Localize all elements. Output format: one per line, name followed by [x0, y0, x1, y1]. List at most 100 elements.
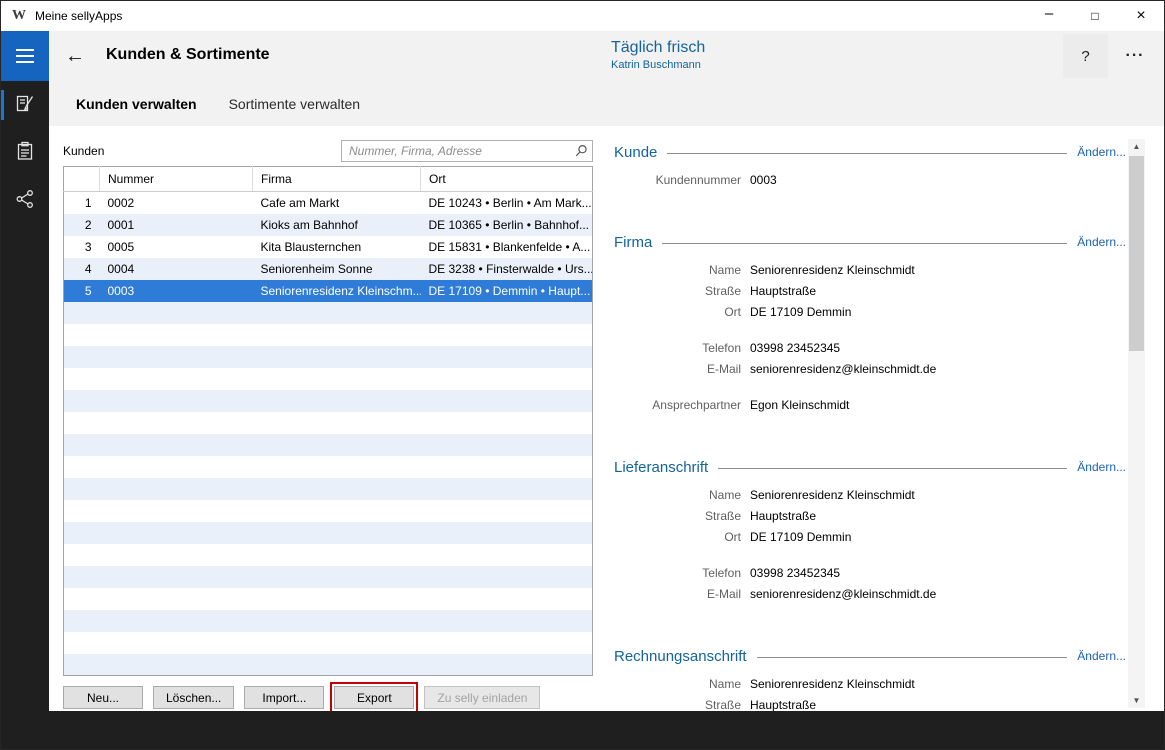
- cell-nummer: 0001: [100, 214, 253, 236]
- table-row-empty[interactable]: [64, 654, 593, 676]
- field-label: Straße: [614, 509, 741, 523]
- table-row[interactable]: 20001Kioks am BahnhofDE 10365 • Berlin •…: [64, 214, 593, 236]
- cell-ort: DE 10243 • Berlin • Am Mark...: [421, 192, 593, 214]
- table-row-empty[interactable]: [64, 500, 593, 522]
- help-button[interactable]: ?: [1063, 34, 1108, 78]
- search-icon[interactable]: [575, 144, 588, 162]
- field-value: Seniorenresidenz Kleinschmidt: [750, 677, 915, 691]
- field-row: OrtDE 17109 Demmin: [614, 301, 1126, 322]
- search-input[interactable]: [341, 140, 593, 162]
- table-row-empty[interactable]: [64, 610, 593, 632]
- vertical-scrollbar[interactable]: ▲ ▼: [1128, 139, 1145, 708]
- app-window: W Meine sellyApps – □ ×: [0, 0, 1165, 750]
- header: ← Kunden & Sortimente Täglich frisch Kat…: [49, 31, 1164, 81]
- table-row-empty[interactable]: [64, 390, 593, 412]
- button-import[interactable]: Import...: [244, 686, 324, 709]
- back-arrow-icon[interactable]: ←: [57, 38, 93, 74]
- button-export[interactable]: Export: [334, 686, 414, 709]
- table-row[interactable]: 10002Cafe am MarktDE 10243 • Berlin • Am…: [64, 192, 593, 214]
- column-header-nummer[interactable]: Nummer: [100, 167, 253, 192]
- field-label: Straße: [614, 284, 741, 298]
- account-user: Katrin Buschmann: [611, 59, 705, 71]
- field-group: NameSeniorenresidenz KleinschmidtStraßeH…: [614, 259, 1126, 322]
- tab-kunden-verwalten[interactable]: Kunden verwalten: [76, 96, 197, 112]
- cell-index: 3: [64, 236, 100, 258]
- more-options-icon[interactable]: ···: [1115, 39, 1155, 73]
- list-header: Kunden: [63, 140, 593, 162]
- app-logo-icon: W: [11, 8, 27, 24]
- field-row: NameSeniorenresidenz Kleinschmidt: [614, 259, 1126, 280]
- table-row-empty[interactable]: [64, 588, 593, 610]
- table-row-empty[interactable]: [64, 632, 593, 654]
- field-label: Ort: [614, 305, 741, 319]
- table-row-empty[interactable]: [64, 346, 593, 368]
- scroll-down-icon[interactable]: ▼: [1128, 693, 1145, 708]
- cell-ort: DE 17109 • Demmin • Haupt...: [421, 280, 593, 302]
- table-row[interactable]: 30005Kita BlausternchenDE 15831 • Blanke…: [64, 236, 593, 258]
- sidebar-item-lists[interactable]: [1, 129, 49, 177]
- table-row-empty[interactable]: [64, 544, 593, 566]
- field-label: E-Mail: [614, 362, 741, 376]
- field-row: NameSeniorenresidenz Kleinschmidt: [614, 484, 1126, 505]
- column-header-firma[interactable]: Firma: [253, 167, 421, 192]
- button-neu[interactable]: Neu...: [63, 686, 143, 709]
- change-link[interactable]: Ändern...: [1077, 235, 1126, 249]
- minimize-icon[interactable]: –: [1026, 1, 1072, 31]
- button-l-schen[interactable]: Löschen...: [153, 686, 234, 709]
- table-row[interactable]: 50003Seniorenresidenz Kleinschm...DE 171…: [64, 280, 593, 302]
- table-row-empty[interactable]: [64, 522, 593, 544]
- table-row-empty[interactable]: [64, 412, 593, 434]
- table-row-empty[interactable]: [64, 434, 593, 456]
- table-header-row: NummerFirmaOrt: [64, 167, 593, 192]
- column-header-ort[interactable]: Ort: [421, 167, 593, 192]
- sidebar-item-share[interactable]: [1, 177, 49, 225]
- cell-firma: Seniorenresidenz Kleinschm...: [253, 280, 421, 302]
- field-value: 03998 23452345: [750, 566, 840, 580]
- table-row-empty[interactable]: [64, 478, 593, 500]
- table-row-empty[interactable]: [64, 302, 593, 324]
- field-label: Name: [614, 488, 741, 502]
- table-row-empty[interactable]: [64, 324, 593, 346]
- field-label: Name: [614, 263, 741, 277]
- field-group: Telefon03998 23452345E-Mailseniorenresid…: [614, 337, 1126, 379]
- table-row-empty[interactable]: [64, 368, 593, 390]
- customers-table-body: 10002Cafe am MarktDE 10243 • Berlin • Am…: [64, 192, 593, 676]
- table-row[interactable]: 40004Seniorenheim SonneDE 3238 • Finster…: [64, 258, 593, 280]
- cell-ort: DE 3238 • Finsterwalde • Urs...: [421, 258, 593, 280]
- cell-index: 2: [64, 214, 100, 236]
- field-row: StraßeHauptstraße: [614, 280, 1126, 301]
- field-row: Telefon03998 23452345: [614, 562, 1126, 583]
- hamburger-menu-icon[interactable]: [1, 31, 49, 81]
- section-header: Firma Ändern...: [614, 232, 1126, 252]
- section-rule: [662, 243, 1067, 244]
- scrollbar-thumb[interactable]: [1129, 156, 1144, 351]
- field-row: E-Mailseniorenresidenz@kleinschmidt.de: [614, 583, 1126, 604]
- field-row: OrtDE 17109 Demmin: [614, 526, 1126, 547]
- tab-sortimente-verwalten[interactable]: Sortimente verwalten: [229, 96, 361, 112]
- field-row: Telefon03998 23452345: [614, 337, 1126, 358]
- customers-table[interactable]: NummerFirmaOrt 10002Cafe am MarktDE 1024…: [63, 166, 593, 676]
- cell-index: 4: [64, 258, 100, 280]
- change-link[interactable]: Ändern...: [1077, 460, 1126, 474]
- account-info: Täglich frisch Katrin Buschmann: [611, 38, 705, 71]
- change-link[interactable]: Ändern...: [1077, 649, 1126, 663]
- cell-nummer: 0003: [100, 280, 253, 302]
- change-link[interactable]: Ändern...: [1077, 145, 1126, 159]
- close-icon[interactable]: ×: [1118, 1, 1164, 31]
- field-value: 03998 23452345: [750, 341, 840, 355]
- field-group: Telefon03998 23452345E-Mailseniorenresid…: [614, 562, 1126, 604]
- field-value: Egon Kleinschmidt: [750, 398, 849, 412]
- field-label: E-Mail: [614, 587, 741, 601]
- maximize-icon[interactable]: □: [1072, 1, 1118, 31]
- scroll-up-icon[interactable]: ▲: [1128, 139, 1145, 154]
- section-title: Firma: [614, 234, 652, 251]
- table-row-empty[interactable]: [64, 566, 593, 588]
- cell-nummer: 0002: [100, 192, 253, 214]
- table-row-empty[interactable]: [64, 456, 593, 478]
- field-label: Name: [614, 677, 741, 691]
- column-header-index[interactable]: [64, 167, 100, 192]
- section-rule: [667, 153, 1067, 154]
- sidebar-item-customers[interactable]: [1, 81, 49, 129]
- window-title: Meine sellyApps: [35, 9, 122, 23]
- section-rule: [757, 657, 1068, 658]
